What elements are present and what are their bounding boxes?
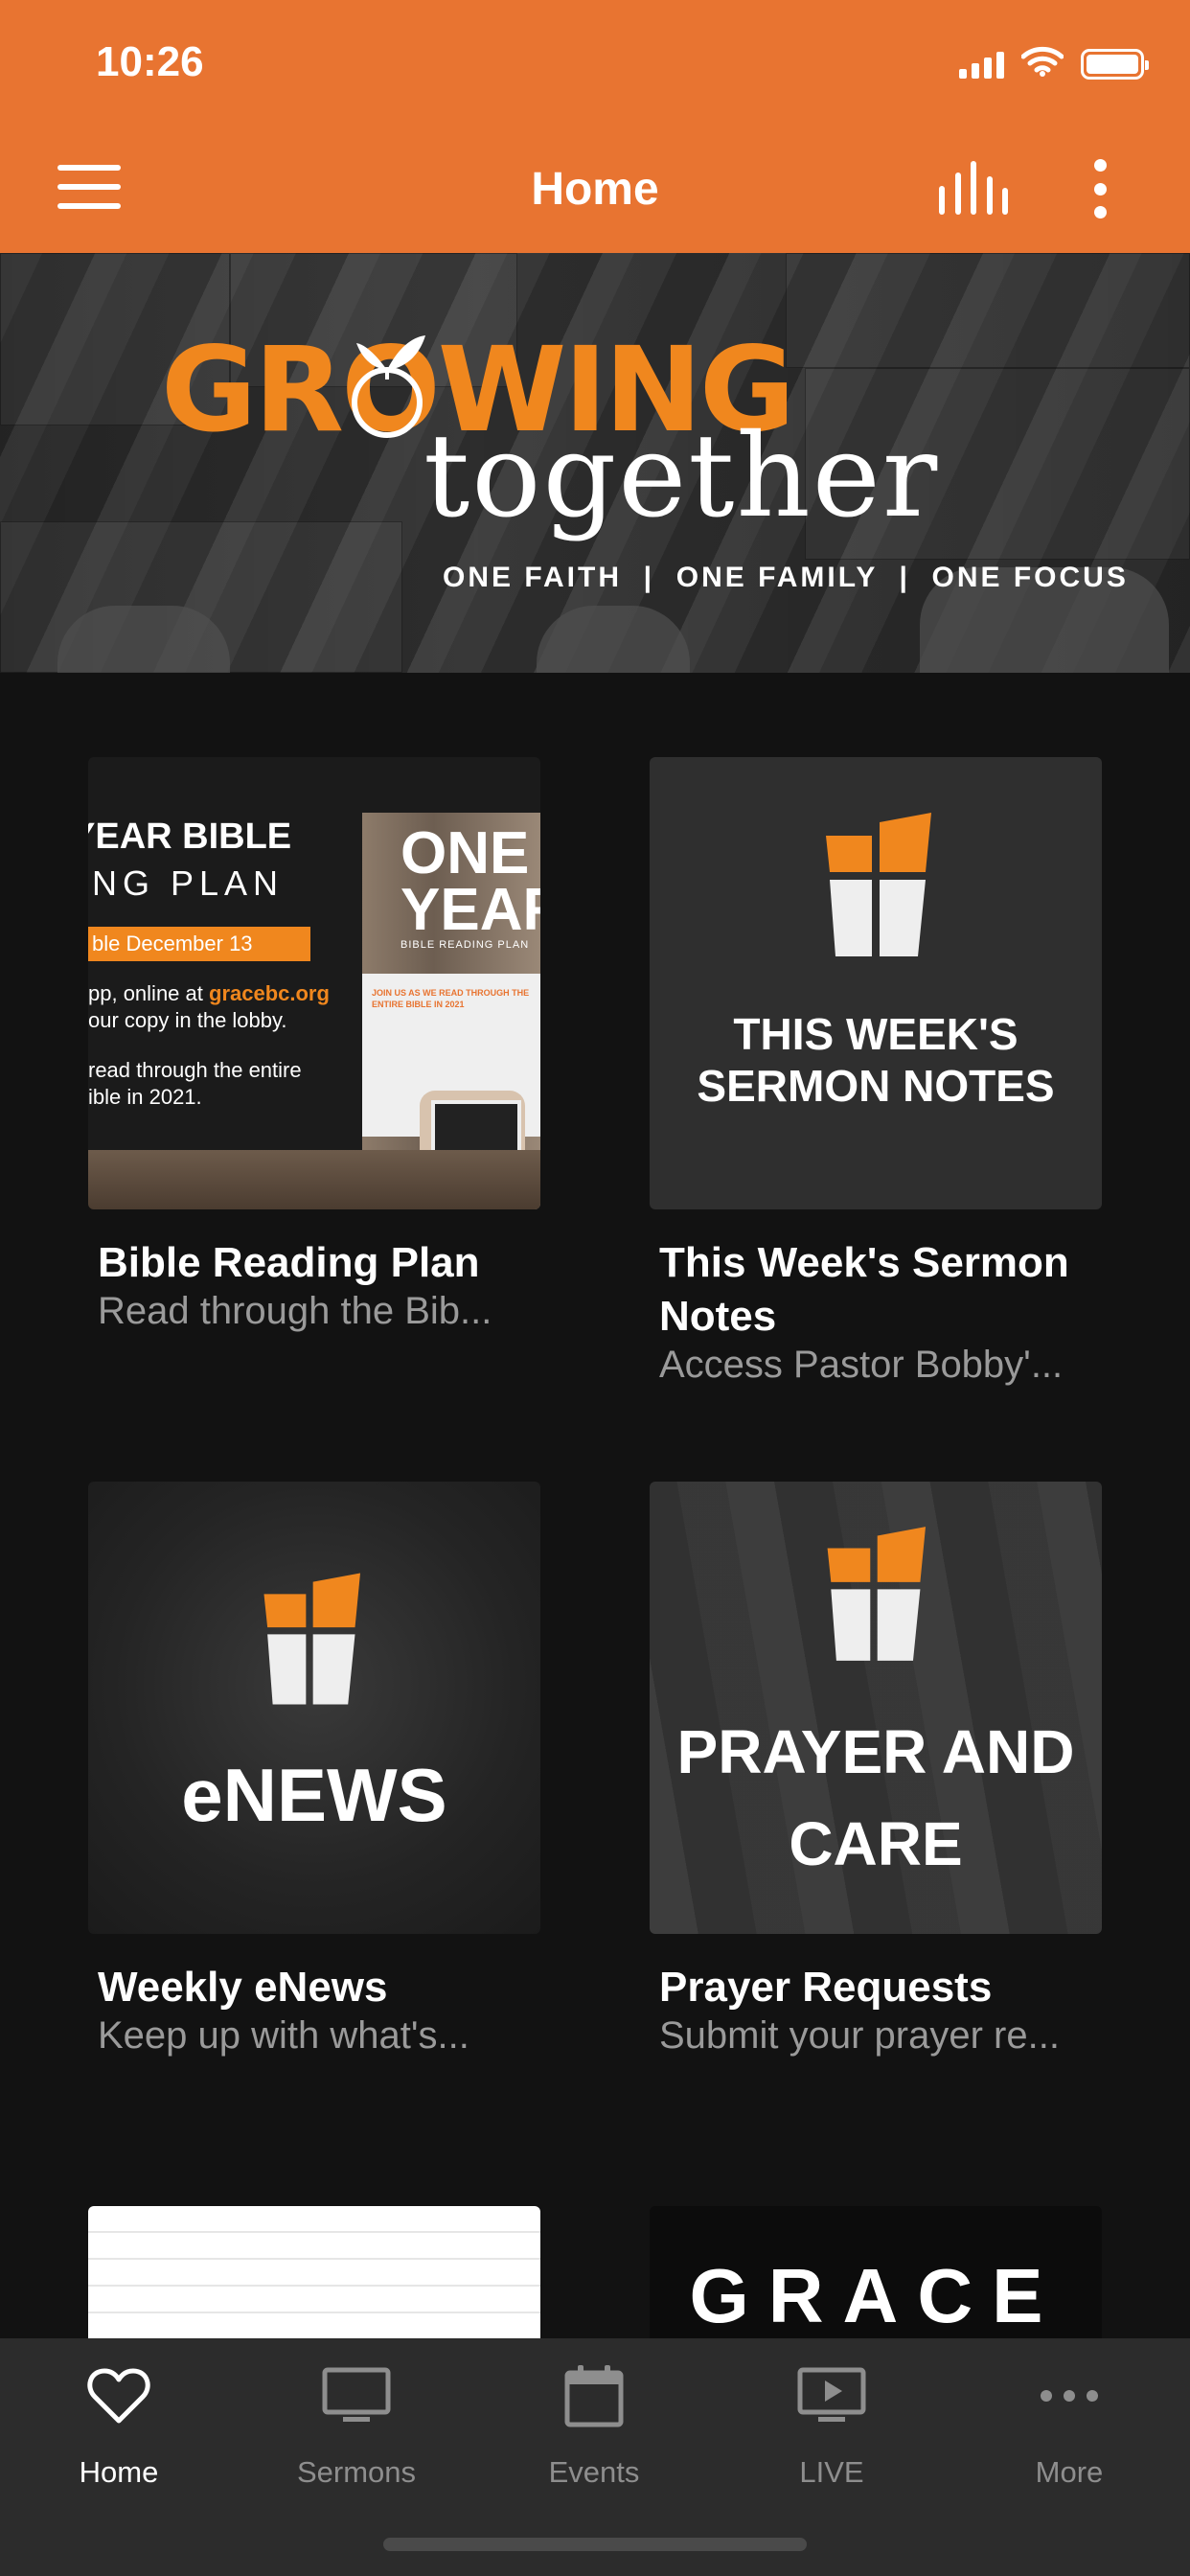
sermon-notes-caption: THIS WEEK'S SERMON NOTES [697, 1009, 1055, 1111]
book-title-line-2: YEAR [400, 876, 540, 943]
prayer-and-care-caption: PRAYER AND CARE [676, 1717, 1075, 1878]
tab-label: Home [79, 2455, 159, 2489]
battery-icon [1081, 48, 1149, 80]
card-title: Prayer Requests [659, 1964, 993, 2011]
book-cover-note: JOIN US AS WE READ THROUGH THE ENTIRE BI… [372, 988, 530, 1009]
enews-caption: eNEWS [181, 1753, 447, 1837]
promo-small-text-3: read through the entire [88, 1058, 302, 1082]
status-icons [959, 46, 1149, 81]
cellular-signal-icon [959, 50, 1004, 79]
prayer-and-care-thumbnail: PRAYER AND CARE [650, 1482, 1102, 1934]
card-title: This Week's Sermon Notes [659, 1239, 1069, 1340]
card-subtitle: Keep up with what's... [98, 2014, 469, 2057]
audio-bars-button[interactable] [939, 161, 1008, 215]
promo-small-text-1: pp, online at gracebc.org [88, 980, 356, 1007]
card-prayer-requests[interactable]: PRAYER AND CARE Prayer Requests Submit y… [650, 1482, 1102, 2057]
play-screen-icon [713, 2358, 950, 2434]
church-logo-icon [820, 813, 931, 956]
growing-together-banner[interactable]: GROWING together ONE FAITH | ONE FAMILY … [0, 253, 1190, 673]
notes-thumbnail [88, 2206, 540, 2338]
more-dots-icon [950, 2358, 1188, 2434]
card-grace[interactable]: GRACE [650, 2206, 1102, 2338]
card-title: Weekly eNews [98, 1964, 388, 2011]
tab-label: LIVE [799, 2455, 864, 2489]
status-time: 10:26 [96, 38, 204, 85]
monitor-icon [238, 2358, 475, 2434]
tab-sermons[interactable]: Sermons [238, 2338, 475, 2520]
banner-title-together: together [423, 410, 940, 543]
card-sermon-notes[interactable]: THIS WEEK'S SERMON NOTES This Week's Ser… [650, 757, 1102, 1390]
app-header: 10:26 Home [0, 0, 1190, 253]
wood-floor-image [88, 1150, 540, 1209]
promo-date-pill: ble December 13 [88, 927, 310, 961]
tab-label: More [1035, 2455, 1104, 2489]
tab-label: Sermons [296, 2455, 417, 2489]
crowd-silhouette [57, 606, 230, 673]
church-logo-icon [822, 1526, 926, 1662]
tab-live[interactable]: LIVE [713, 2338, 950, 2520]
plan-promo-text: YEAR BIBLE ING PLAN ble December 13 pp, … [88, 816, 356, 1111]
tab-more[interactable]: More [950, 2338, 1188, 2520]
book-cover-title: ONEYEAR [400, 824, 540, 940]
heart-icon [0, 2358, 238, 2434]
enews-thumbnail: eNEWS [88, 1482, 540, 1934]
crowd-silhouette [537, 606, 690, 673]
church-logo-icon [259, 1572, 360, 1706]
bible-reading-plan-thumbnail: YEAR BIBLE ING PLAN ble December 13 pp, … [88, 757, 540, 1209]
card-subtitle: Read through the Bib... [98, 1290, 492, 1332]
tab-home[interactable]: Home [0, 2338, 238, 2520]
promo-link: gracebc.org [209, 981, 330, 1005]
sermon-notes-thumbnail: THIS WEEK'S SERMON NOTES [650, 757, 1102, 1209]
promo-line-1: YEAR BIBLE [88, 816, 292, 857]
home-indicator[interactable] [383, 2538, 807, 2551]
grace-caption: GRACE [689, 2253, 1063, 2338]
promo-small-text-4: ible in 2021. [88, 1085, 202, 1109]
calendar-icon [475, 2358, 713, 2434]
leaf-sprout-icon [352, 335, 425, 438]
card-bible-reading-plan[interactable]: YEAR BIBLE ING PLAN ble December 13 pp, … [88, 757, 540, 1332]
promo-line-2: ING PLAN [88, 863, 285, 903]
card-subtitle: Access Pastor Bobby'... [659, 1344, 1064, 1386]
tab-label: Events [548, 2455, 640, 2489]
card-title: Bible Reading Plan [98, 1239, 480, 1286]
wifi-icon [1020, 46, 1064, 81]
promo-text-a: pp, online at [88, 981, 203, 1005]
banner-tagline: ONE FAITH | ONE FAMILY | ONE FOCUS [443, 562, 1129, 593]
photo-tile [786, 253, 1190, 368]
promo-small-text-2: our copy in the lobby. [88, 1008, 287, 1032]
tab-events[interactable]: Events [475, 2338, 713, 2520]
card-weekly-enews[interactable]: eNEWS Weekly eNews Keep up with what's..… [88, 1482, 540, 2057]
overflow-menu-button[interactable] [1083, 159, 1117, 218]
card-subtitle: Submit your prayer re... [659, 2014, 1060, 2057]
book-cover-subtitle: BIBLE READING PLAN [400, 939, 530, 951]
card-notes[interactable] [88, 2206, 540, 2338]
page-title: Home [531, 164, 659, 215]
grace-thumbnail: GRACE [650, 2206, 1102, 2338]
